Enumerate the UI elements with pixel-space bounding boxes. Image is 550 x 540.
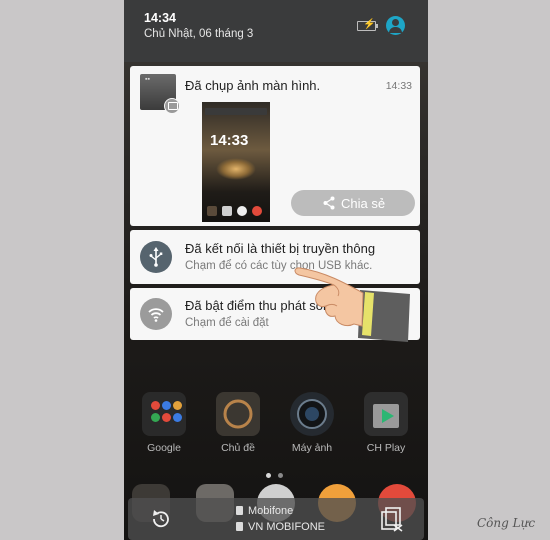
carrier-name: VN MOBIFONE (248, 521, 326, 533)
carrier-name: Mobifone (248, 505, 294, 517)
image-badge-icon (164, 98, 180, 114)
app-google[interactable]: Google (134, 392, 194, 454)
preview-search-bar (205, 108, 267, 115)
notification-shade-header: 14:34 Chủ Nhật, 06 tháng 3 ⚡ (124, 0, 428, 62)
screen-rotation-icon[interactable] (148, 506, 174, 532)
screenshot-notification[interactable]: ▪▪ Đã chụp ảnh màn hình. 14:33 14:33 Chi… (130, 66, 420, 226)
screenshot-preview-image[interactable]: 14:33 (202, 102, 270, 222)
share-button[interactable]: Chia sẻ (291, 190, 415, 216)
camera-icon (290, 392, 334, 436)
hotspot-notification-subtitle: Chạm để cài đặt (185, 317, 269, 329)
preview-wallpaper-ripple (216, 158, 256, 180)
preview-dock (205, 206, 267, 218)
sim-icon (236, 522, 243, 531)
google-folder-icon (142, 392, 186, 436)
preview-clock: 14:33 (210, 132, 249, 149)
hotspot-icon (140, 298, 172, 330)
app-label: Máy ảnh (291, 442, 333, 454)
watermark: Công Lực (477, 516, 536, 530)
app-camera[interactable]: Máy ảnh (282, 392, 342, 454)
theme-icon (216, 392, 260, 436)
usb-icon (140, 241, 172, 273)
sim-icon (236, 506, 243, 515)
share-label: Chia sẻ (341, 196, 386, 211)
app-label: Chủ đề (221, 442, 255, 454)
app-label: Google (147, 442, 181, 454)
user-account-icon[interactable] (386, 16, 405, 35)
app-theme[interactable]: Chủ đề (208, 392, 268, 454)
play-store-icon (364, 392, 408, 436)
pointing-hand-icon (294, 267, 410, 342)
status-date: Chủ Nhật, 06 tháng 3 (144, 28, 254, 40)
recent-apps-icon[interactable] (380, 506, 404, 532)
notification-title: Đã chụp ảnh màn hình. (185, 78, 321, 93)
battery-icon: ⚡ (357, 19, 378, 31)
status-time: 14:34 (144, 11, 176, 25)
app-play-store[interactable]: CH Play (356, 392, 416, 454)
carrier-bar: Mobifone VN MOBIFONE (128, 498, 424, 540)
notification-time: 14:33 (385, 80, 412, 92)
carrier-sim1: Mobifone (236, 505, 293, 517)
app-label: CH Play (366, 442, 406, 454)
share-icon (323, 196, 335, 210)
carrier-sim2: VN MOBIFONE (236, 521, 325, 533)
